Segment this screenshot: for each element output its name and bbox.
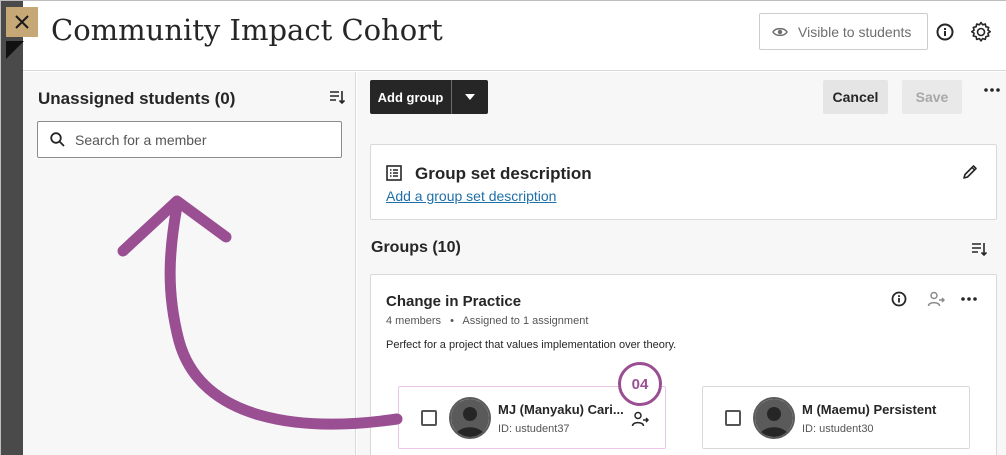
- description-icon: [386, 165, 402, 181]
- description-title: Group set description: [415, 164, 592, 183]
- more-options-icon[interactable]: [984, 88, 1000, 92]
- member-search[interactable]: [37, 121, 342, 158]
- group-assignment: Assigned to 1 assignment: [462, 315, 589, 327]
- background-strip: [1, 1, 38, 455]
- move-member-icon[interactable]: [631, 410, 649, 428]
- default-avatar-icon: [451, 399, 489, 437]
- group-card: Change in Practice 4 members • Assigned …: [370, 274, 997, 455]
- default-avatar-icon: [755, 399, 793, 437]
- page-title: Community Impact Cohort: [51, 13, 443, 47]
- cancel-button[interactable]: Cancel: [823, 80, 888, 114]
- gear-icon[interactable]: [969, 20, 993, 44]
- groups-panel: Add group Cancel Save Group set descript…: [357, 72, 1006, 455]
- corner-marker: [6, 41, 24, 59]
- search-input[interactable]: [75, 131, 315, 148]
- add-description-link[interactable]: Add a group set description: [386, 188, 556, 204]
- sort-icon[interactable]: [329, 89, 345, 105]
- group-more-icon[interactable]: [961, 297, 977, 301]
- unassigned-students-panel: Unassigned students (0): [23, 72, 356, 455]
- info-icon[interactable]: [936, 23, 954, 41]
- add-group-button[interactable]: Add group: [370, 80, 488, 114]
- app-frame: Community Impact Cohort Visible to stude…: [0, 0, 1006, 455]
- member-name: MJ (Manyaku) Cari...: [498, 402, 624, 417]
- avatar: [449, 397, 491, 439]
- group-meta: 4 members • Assigned to 1 assignment: [386, 315, 588, 327]
- panel-header: Community Impact Cohort Visible to stude…: [23, 1, 1006, 71]
- pencil-icon[interactable]: [962, 164, 978, 180]
- member-name: M (Maemu) Persistent: [802, 402, 937, 417]
- add-group-menu-toggle[interactable]: [452, 80, 488, 114]
- step-callout-badge: 04: [618, 362, 662, 406]
- unassigned-title: Unassigned students (0): [38, 89, 236, 108]
- search-icon: [50, 132, 65, 147]
- member-checkbox[interactable]: [421, 410, 437, 426]
- add-group-label[interactable]: Add group: [370, 80, 452, 114]
- move-member-icon[interactable]: [927, 290, 945, 308]
- visibility-button[interactable]: Visible to students: [759, 13, 928, 50]
- visibility-label: Visible to students: [798, 23, 912, 40]
- group-set-panel: Community Impact Cohort Visible to stude…: [23, 1, 1006, 455]
- groups-sort-icon[interactable]: [971, 241, 987, 257]
- group-set-description-card: Group set description Add a group set de…: [370, 144, 997, 220]
- groups-title: Groups (10): [371, 239, 461, 256]
- meta-separator: •: [450, 315, 454, 327]
- group-members-count: 4 members: [386, 315, 442, 327]
- member-id: ID: ustudent30: [802, 423, 874, 435]
- caret-down-icon: [465, 94, 475, 100]
- eye-icon: [772, 27, 788, 36]
- member-card[interactable]: M (Maemu) Persistent ID: ustudent30: [702, 386, 970, 449]
- member-id: ID: ustudent37: [498, 423, 570, 435]
- save-button[interactable]: Save: [902, 80, 962, 114]
- close-button[interactable]: [6, 7, 38, 37]
- info-icon[interactable]: [891, 291, 907, 307]
- group-name[interactable]: Change in Practice: [386, 293, 521, 310]
- avatar: [753, 397, 795, 439]
- member-checkbox[interactable]: [725, 410, 741, 426]
- group-description: Perfect for a project that values implem…: [386, 339, 677, 351]
- close-icon: [15, 15, 29, 29]
